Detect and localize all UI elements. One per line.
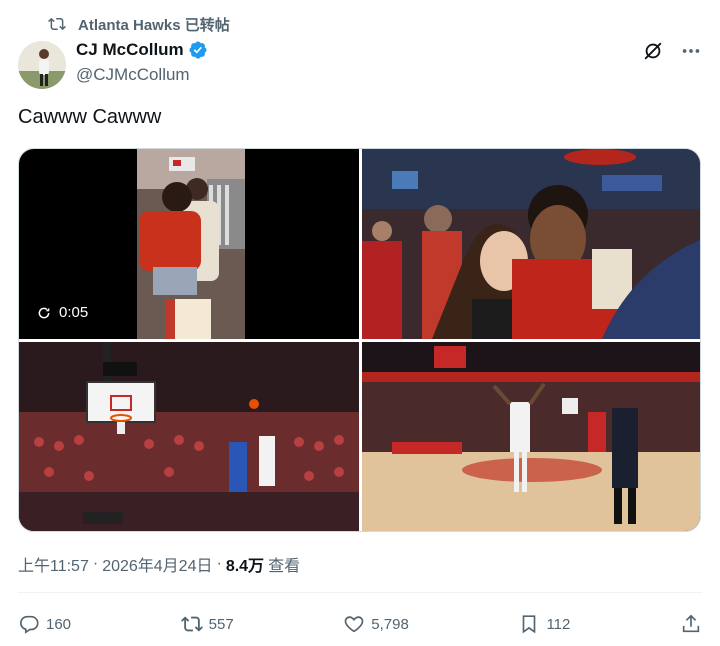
retweet-indicator[interactable]: Atlanta Hawks 已转帖 <box>48 14 230 34</box>
share-icon <box>682 614 700 633</box>
reply-icon <box>20 615 39 634</box>
media-video-1[interactable]: 0:05 <box>19 149 359 339</box>
views-count: 8.4万 <box>225 558 265 575</box>
media-photo-2[interactable] <box>362 149 700 339</box>
action-bar: 160 557 5,798 112 <box>18 610 702 638</box>
tweet-date[interactable]: 2026年4月24日 <box>102 552 212 576</box>
views-label: 查看 <box>268 558 301 575</box>
photo-celebration <box>362 342 700 531</box>
avatar[interactable] <box>18 41 66 89</box>
retweet-label: Atlanta Hawks 已转帖 <box>78 16 230 34</box>
like-button[interactable]: 5,798 <box>343 613 409 635</box>
tweet-text: Cawww Cawww <box>18 106 162 128</box>
author-handle[interactable]: @CJMcCollum <box>76 65 190 85</box>
repost-count: 557 <box>208 615 234 633</box>
meta-separator: · <box>216 555 222 572</box>
reply-count: 160 <box>46 615 72 633</box>
video-duration: 0:05 <box>59 304 89 321</box>
more-options-icon[interactable] <box>680 40 702 62</box>
bookmark-count: 112 <box>546 615 571 633</box>
tweet-time[interactable]: 上午11:57 <box>18 552 89 576</box>
avatar-image <box>18 41 66 89</box>
repost-icon <box>180 616 203 632</box>
grok-icon[interactable] <box>642 40 664 62</box>
heart-icon <box>344 616 364 633</box>
media-grid: 0:05 <box>18 148 701 532</box>
divider <box>18 592 702 593</box>
share-button[interactable] <box>680 613 702 635</box>
photo-shot <box>19 342 359 531</box>
photo-kiss <box>362 149 700 339</box>
verified-badge-icon <box>189 41 207 59</box>
media-photo-4[interactable] <box>362 342 700 531</box>
author-name[interactable]: CJ McCollum <box>76 40 184 60</box>
reply-button[interactable]: 160 <box>18 613 71 635</box>
repost-button[interactable]: 557 <box>180 613 234 635</box>
bookmark-icon <box>523 615 536 634</box>
replay-icon <box>38 307 50 318</box>
like-count: 5,798 <box>371 615 409 633</box>
bookmark-button[interactable]: 112 <box>518 613 570 635</box>
video-duration-badge: 0:05 <box>37 304 88 321</box>
meta-separator: · <box>92 555 99 572</box>
media-photo-3[interactable] <box>19 342 359 531</box>
tweet-meta: 上午11:57 · 2026年4月24日 · 8.4万 查看 <box>18 552 300 576</box>
repost-icon <box>48 17 66 31</box>
